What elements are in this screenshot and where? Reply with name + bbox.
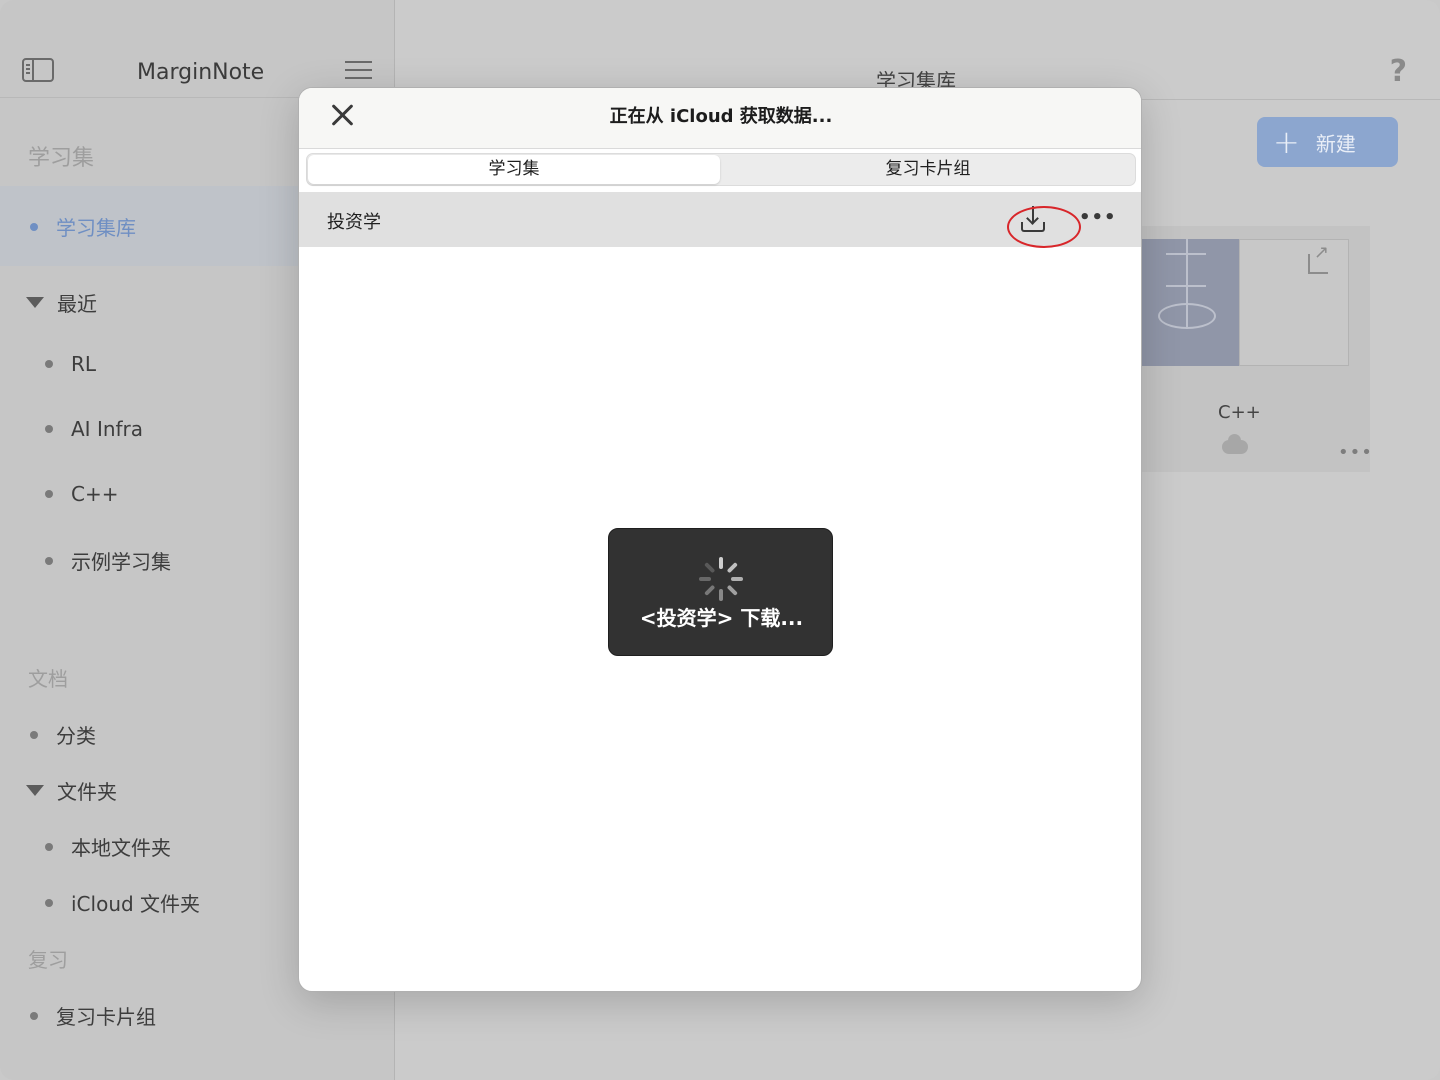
sidebar-item-label: 本地文件夹 — [71, 836, 171, 860]
bullet-icon — [30, 730, 38, 739]
card-title: C++ — [1218, 402, 1261, 423]
bullet-icon — [45, 425, 53, 433]
sidebar-item-rl[interactable]: RL — [45, 352, 96, 376]
sidebar-item-local-folder[interactable]: 本地文件夹 — [45, 832, 171, 861]
sidebar-item-label: 学习集库 — [56, 216, 136, 240]
hamburger-menu-icon[interactable] — [345, 61, 372, 79]
sidebar-item-label: AI Infra — [71, 417, 144, 441]
card-more-icon[interactable]: ••• — [1338, 442, 1373, 463]
new-button-label: 新建 — [1315, 131, 1356, 156]
sidebar-item-label: 最近 — [57, 292, 97, 316]
list-item[interactable]: 投资学 ••• — [299, 192, 1141, 248]
sidebar-item-review-cards[interactable]: 复习卡片组 — [30, 1001, 156, 1030]
sidebar-item-label: iCloud 文件夹 — [71, 892, 201, 916]
bullet-icon — [30, 222, 38, 231]
sidebar-item-ai-infra[interactable]: AI Infra — [45, 417, 143, 441]
tab-review-cards[interactable]: 复习卡片组 — [721, 154, 1135, 185]
section-label-review: 复习 — [28, 948, 68, 972]
section-label-study: 学习集 — [28, 146, 95, 171]
disclosure-triangle-icon[interactable] — [26, 785, 44, 796]
sidebar-item-label: 文件夹 — [57, 780, 117, 804]
segmented-control: 学习集 复习卡片组 — [306, 153, 1136, 186]
disclosure-triangle-icon[interactable] — [26, 297, 44, 308]
row-title: 投资学 — [327, 212, 381, 233]
bullet-icon — [45, 490, 53, 498]
sidebar-item-icloud-folder[interactable]: iCloud 文件夹 — [45, 888, 200, 917]
help-icon[interactable]: ? — [1390, 54, 1407, 89]
open-external-icon[interactable] — [1308, 242, 1329, 274]
download-progress-toast: <投资学> 下载... — [608, 528, 833, 656]
dialog-header: 正在从 iCloud 获取数据... — [299, 88, 1141, 149]
sidebar-item-label: 分类 — [56, 724, 96, 748]
sidebar-item-library[interactable]: 学习集库 — [30, 212, 136, 241]
bullet-icon — [45, 360, 53, 368]
bullet-icon — [45, 842, 53, 851]
sidebar-item-categories[interactable]: 分类 — [30, 720, 96, 749]
bullet-icon — [30, 1011, 38, 1020]
sidebar-item-sample[interactable]: 示例学习集 — [45, 546, 171, 575]
sidebar-item-label: 示例学习集 — [71, 550, 171, 574]
sidebar-item-label: 复习卡片组 — [56, 1005, 156, 1029]
bullet-icon — [45, 898, 53, 907]
icloud-fetch-dialog: 正在从 iCloud 获取数据... 学习集 复习卡片组 投资学 ••• <投资… — [298, 87, 1142, 992]
more-icon[interactable]: ••• — [1079, 207, 1117, 228]
sidebar-item-label: C++ — [71, 482, 119, 506]
plus-icon: + — [1273, 123, 1300, 161]
new-button[interactable]: + 新建 — [1257, 117, 1398, 167]
sidebar-item-cpp[interactable]: C++ — [45, 482, 118, 506]
card-thumbnail-page — [1239, 239, 1349, 366]
notebook-card-cpp[interactable]: C++ ••• — [1110, 226, 1373, 472]
sidebar-toggle-icon[interactable] — [22, 58, 54, 82]
annotation-highlight-ring — [1007, 206, 1081, 248]
sidebar-item-recent[interactable]: 最近 — [26, 288, 97, 317]
dialog-title: 正在从 iCloud 获取数据... — [609, 106, 833, 127]
cloud-icon — [1222, 434, 1248, 454]
sidebar-item-folders[interactable]: 文件夹 — [26, 776, 117, 805]
bullet-icon — [45, 556, 53, 565]
toast-message: <投资学> 下载... — [639, 606, 804, 630]
tab-study-sets[interactable]: 学习集 — [308, 155, 720, 184]
spinner-icon — [699, 557, 743, 601]
app-window: MarginNote 学习集 学习集库 最近 RL AI Infra C++ 示… — [0, 0, 1440, 1080]
sidebar-item-label: RL — [71, 352, 97, 376]
section-label-docs: 文档 — [28, 667, 68, 691]
app-title: MarginNote — [137, 60, 265, 85]
